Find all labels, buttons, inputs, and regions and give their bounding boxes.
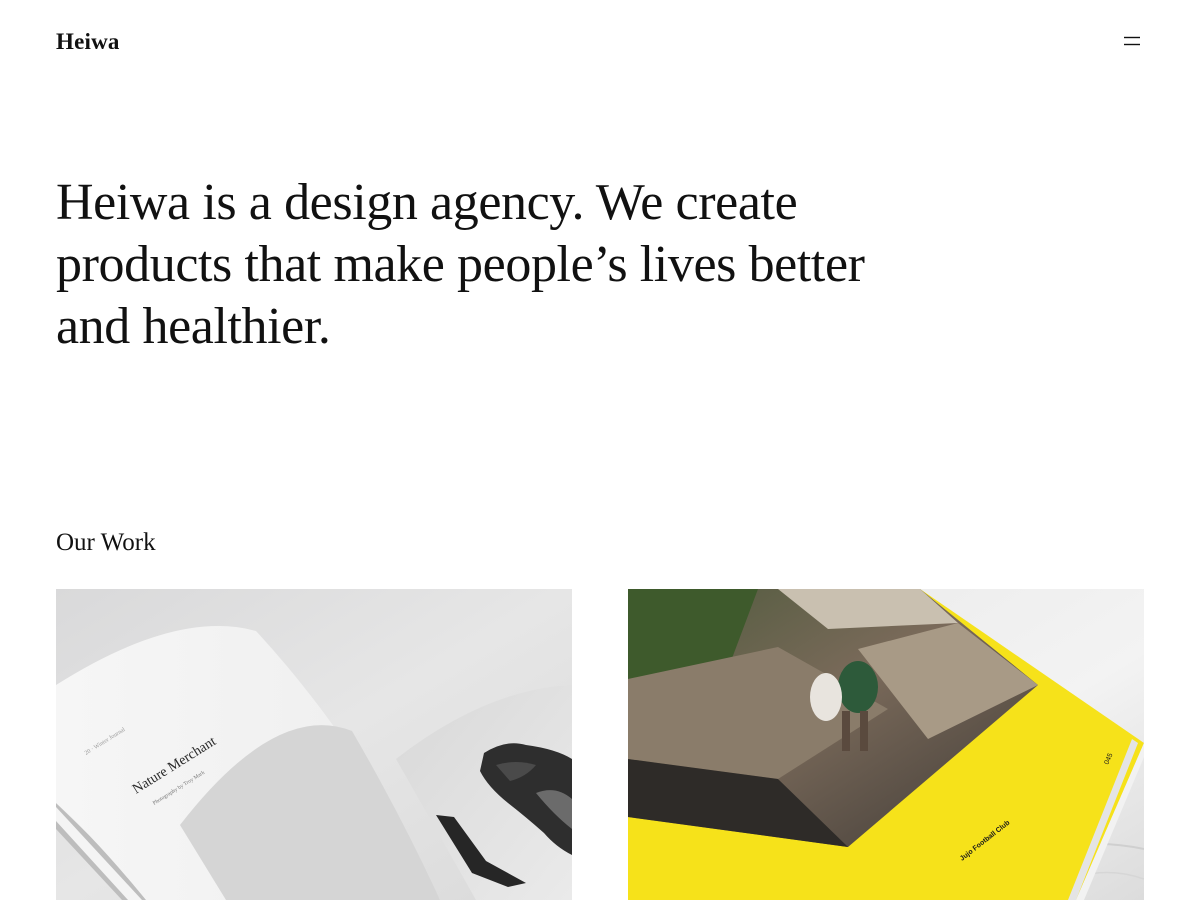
work-card-nature-merchant[interactable]: 20 · Winter Journal Nature Merchant Phot… (56, 589, 572, 900)
work-image-book: 20 · Winter Journal Nature Merchant Phot… (56, 589, 572, 900)
menu-button[interactable] (1116, 28, 1148, 56)
hamburger-menu-icon (1124, 36, 1140, 46)
brand-logo[interactable]: Heiwa (56, 29, 120, 55)
work-image-magazine: Jujo Football Club 045 (628, 589, 1144, 900)
hero-statement: Heiwa is a design agency. We create prod… (56, 174, 865, 355)
work-card-jujo-football-club[interactable]: Jujo Football Club 045 (628, 589, 1144, 900)
our-work-heading: Our Work (56, 529, 156, 556)
